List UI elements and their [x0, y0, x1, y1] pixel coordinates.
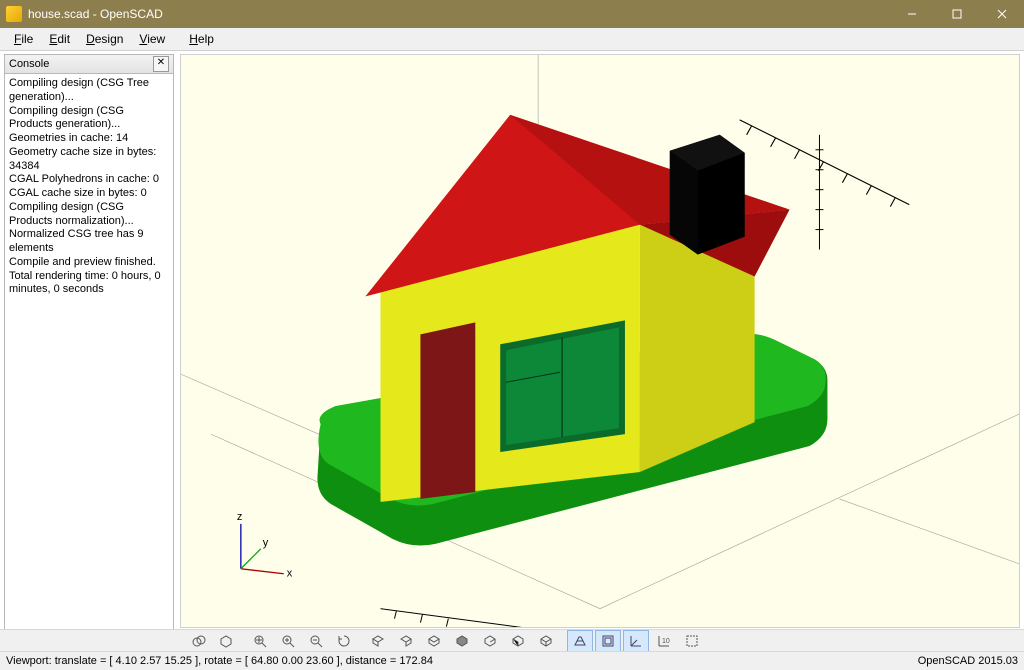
console-panel: Console ✕ Compiling design (CSG Tree gen…: [4, 54, 174, 631]
3d-viewport[interactable]: z x y: [180, 54, 1020, 628]
svg-text:10: 10: [662, 638, 670, 645]
orthogonal-button[interactable]: [595, 630, 621, 652]
view-left-button[interactable]: [449, 630, 475, 652]
view-all-button[interactable]: [247, 630, 273, 652]
svg-text:y: y: [263, 537, 269, 549]
console-output: Compiling design (CSG Tree generation)..…: [4, 74, 174, 631]
status-bar: Viewport: translate = [ 4.10 2.57 15.25 …: [0, 651, 1024, 670]
menu-file[interactable]: File: [6, 30, 41, 48]
menu-edit[interactable]: Edit: [41, 30, 78, 48]
house-door: [420, 322, 475, 499]
title-bar: house.scad - OpenSCAD: [0, 0, 1024, 28]
workspace: Console ✕ Compiling design (CSG Tree gen…: [0, 50, 1024, 632]
svg-text:x: x: [287, 568, 293, 580]
zoom-in-button[interactable]: [275, 630, 301, 652]
show-crosshair-button[interactable]: [679, 630, 705, 652]
view-diagonal-button[interactable]: [533, 630, 559, 652]
axis-indicator: z x y: [237, 511, 293, 580]
show-axes-button[interactable]: [623, 630, 649, 652]
view-toolbar: 10: [0, 629, 1024, 652]
menu-bar: File Edit Design View Help: [0, 28, 1024, 51]
close-button[interactable]: [979, 0, 1024, 28]
menu-view[interactable]: View: [131, 30, 173, 48]
show-scale-button[interactable]: 10: [651, 630, 677, 652]
maximize-button[interactable]: [934, 0, 979, 28]
view-bottom-button[interactable]: [421, 630, 447, 652]
svg-text:z: z: [237, 511, 242, 523]
perspective-button[interactable]: [567, 630, 593, 652]
minimize-button[interactable]: [889, 0, 934, 28]
view-back-button[interactable]: [505, 630, 531, 652]
house-chimney: [670, 135, 745, 255]
reset-view-button[interactable]: [331, 630, 357, 652]
menu-help[interactable]: Help: [181, 30, 222, 48]
preview-button[interactable]: [185, 630, 211, 652]
console-header[interactable]: Console ✕: [4, 54, 174, 74]
console-close-button[interactable]: ✕: [153, 56, 169, 72]
version-label: OpenSCAD 2015.03: [918, 655, 1018, 667]
view-right-button[interactable]: [365, 630, 391, 652]
viewport-status: Viewport: translate = [ 4.10 2.57 15.25 …: [6, 655, 433, 667]
view-top-button[interactable]: [393, 630, 419, 652]
window-title: house.scad - OpenSCAD: [28, 7, 163, 21]
render-button[interactable]: [213, 630, 239, 652]
app-icon: [6, 6, 22, 22]
menu-design[interactable]: Design: [78, 30, 131, 48]
console-title: Console: [9, 58, 49, 70]
scene-render: z x y: [181, 55, 1019, 628]
view-front-button[interactable]: [477, 630, 503, 652]
zoom-out-button[interactable]: [303, 630, 329, 652]
